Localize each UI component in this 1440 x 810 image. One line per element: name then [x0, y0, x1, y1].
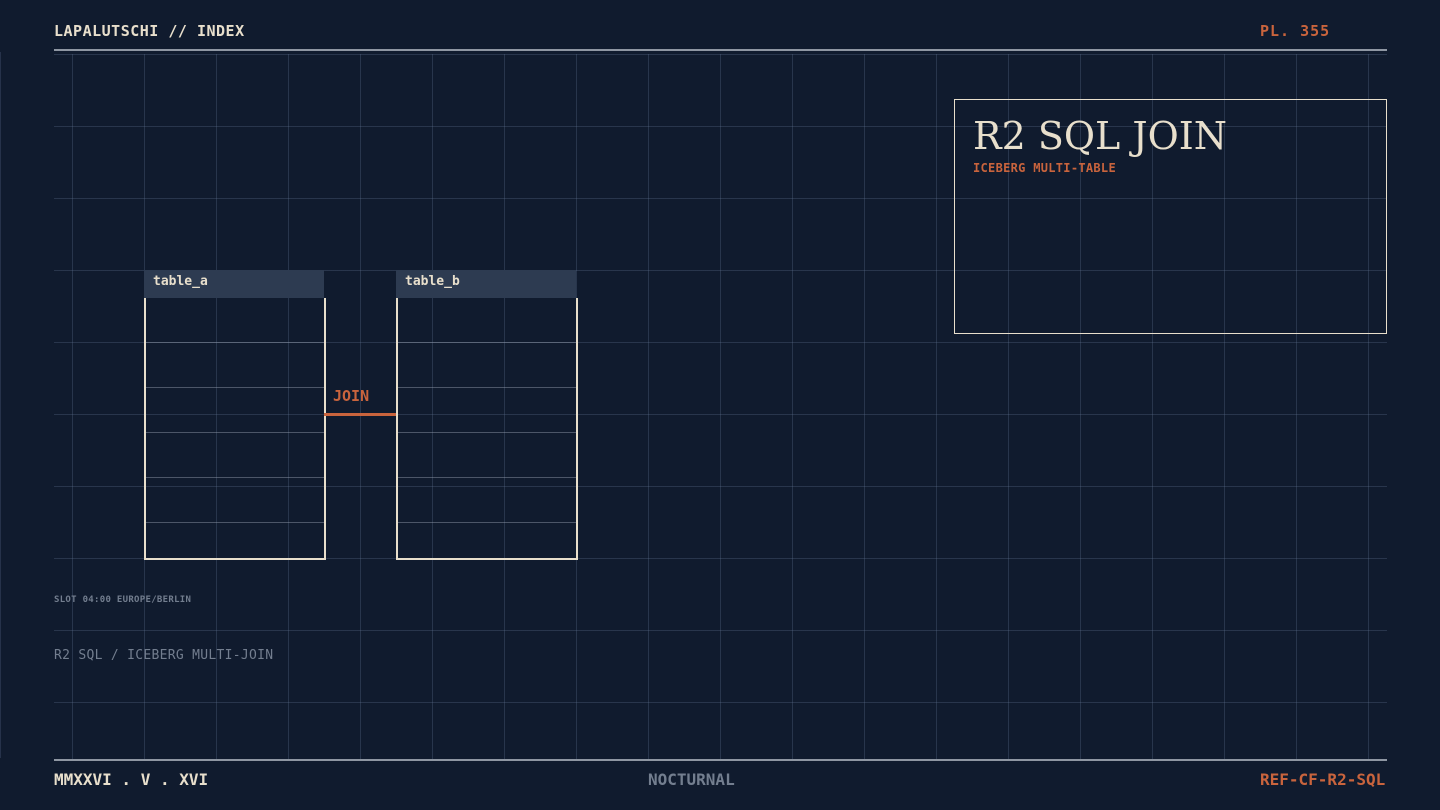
table-a-row-line	[146, 477, 324, 478]
table-b-row-line	[398, 342, 576, 343]
table-b-row-line	[398, 432, 576, 433]
table-b-name: table_b	[405, 274, 460, 289]
table-a-row-line	[146, 522, 324, 523]
footer-reference: REF-CF-R2-SQL	[1260, 770, 1386, 789]
table-b-row-line	[398, 522, 576, 523]
left-edge-line	[0, 52, 1, 758]
table-b-row-line	[398, 387, 576, 388]
header-rule	[54, 49, 1387, 51]
table-a-row-line	[146, 342, 324, 343]
table-b-header: table_b	[396, 270, 576, 298]
plate-page: LAPALUTSCHI // INDEX PL. 355 R2 SQL JOIN…	[0, 0, 1440, 810]
table-a-row-line	[146, 432, 324, 433]
slot-label: SLOT 04:00 EUROPE/BERLIN	[54, 595, 192, 605]
header-title: LAPALUTSCHI // INDEX	[54, 22, 245, 40]
table-b-body	[396, 298, 578, 560]
footer-date: MMXXVI . V . XVI	[54, 770, 209, 789]
caption: R2 SQL / ICEBERG MULTI-JOIN	[54, 648, 274, 663]
table-a-body	[144, 298, 326, 560]
table-a-header: table_a	[144, 270, 324, 298]
footer-rule	[54, 759, 1387, 761]
table-b-row-line	[398, 477, 576, 478]
table-a-row-line	[146, 387, 324, 388]
join-connector	[324, 413, 396, 416]
title-card: R2 SQL JOIN ICEBERG MULTI-TABLE	[954, 99, 1387, 334]
join-label: JOIN	[333, 387, 370, 405]
card-title: R2 SQL JOIN	[973, 114, 1228, 158]
table-a-name: table_a	[153, 274, 208, 289]
footer-mode: NOCTURNAL	[648, 770, 735, 789]
card-subtitle: ICEBERG MULTI-TABLE	[973, 161, 1116, 175]
plate-number: PL. 355	[1260, 22, 1331, 40]
